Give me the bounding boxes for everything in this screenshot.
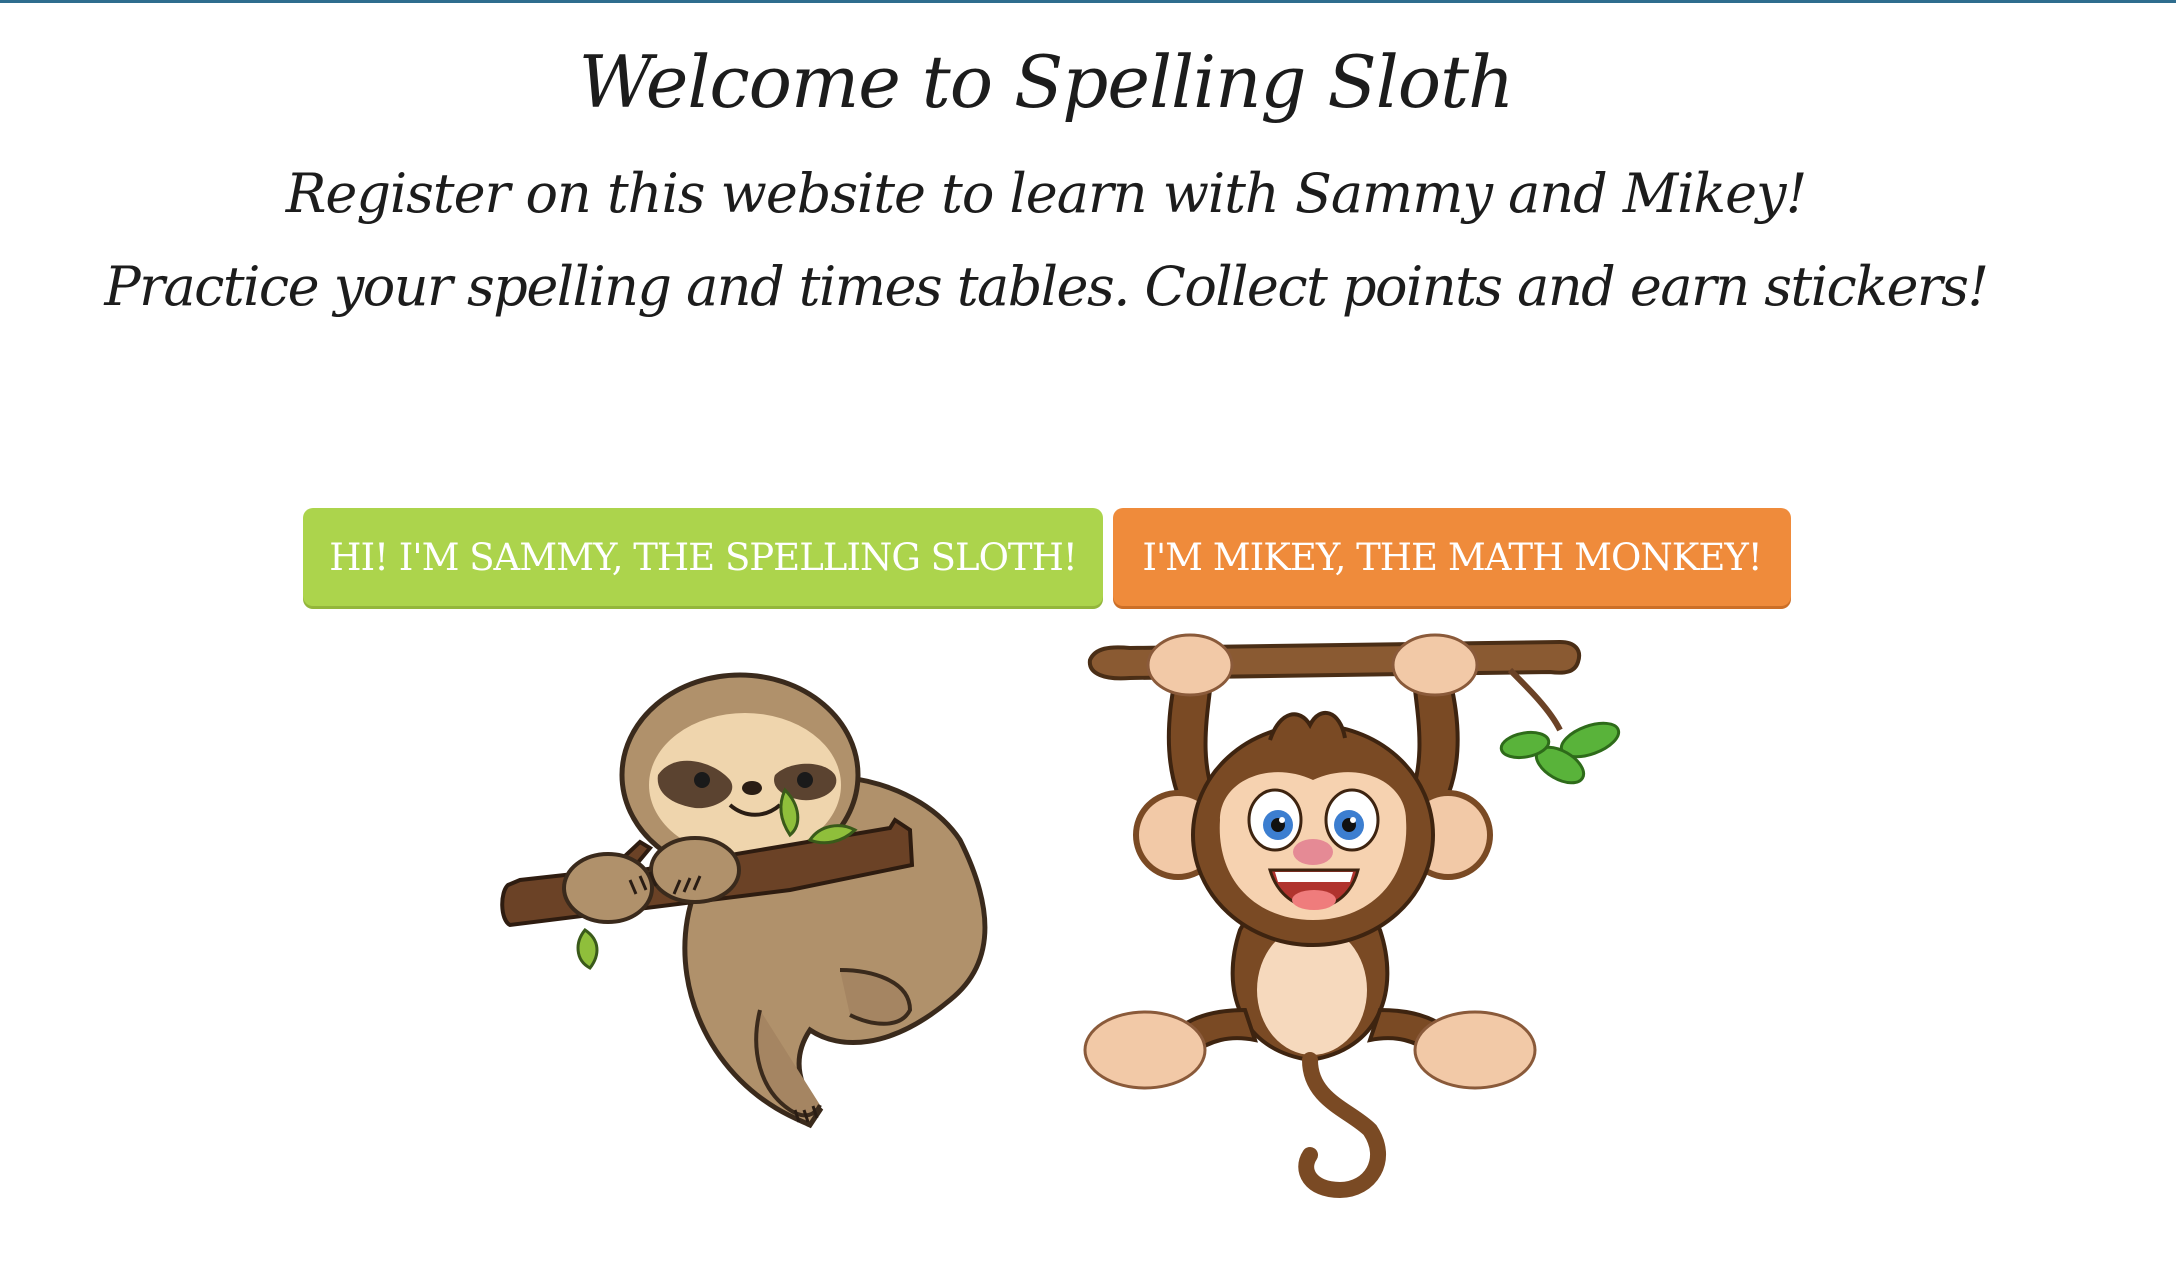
sloth-illustration[interactable] [490, 670, 1050, 1150]
monkey-illustration[interactable] [1070, 630, 1650, 1210]
sammy-sloth-button[interactable]: HI! I'M SAMMY, THE SPELLING SLOTH! [303, 508, 1103, 606]
page-tagline: Practice your spelling and times tables.… [104, 255, 1989, 318]
mikey-monkey-button[interactable]: I'M MIKEY, THE MATH MONKEY! [1113, 508, 1791, 606]
page-title: Welcome to Spelling Sloth [578, 40, 1515, 124]
page-subtitle: Register on this website to learn with S… [285, 162, 1808, 225]
top-border [0, 0, 2176, 3]
